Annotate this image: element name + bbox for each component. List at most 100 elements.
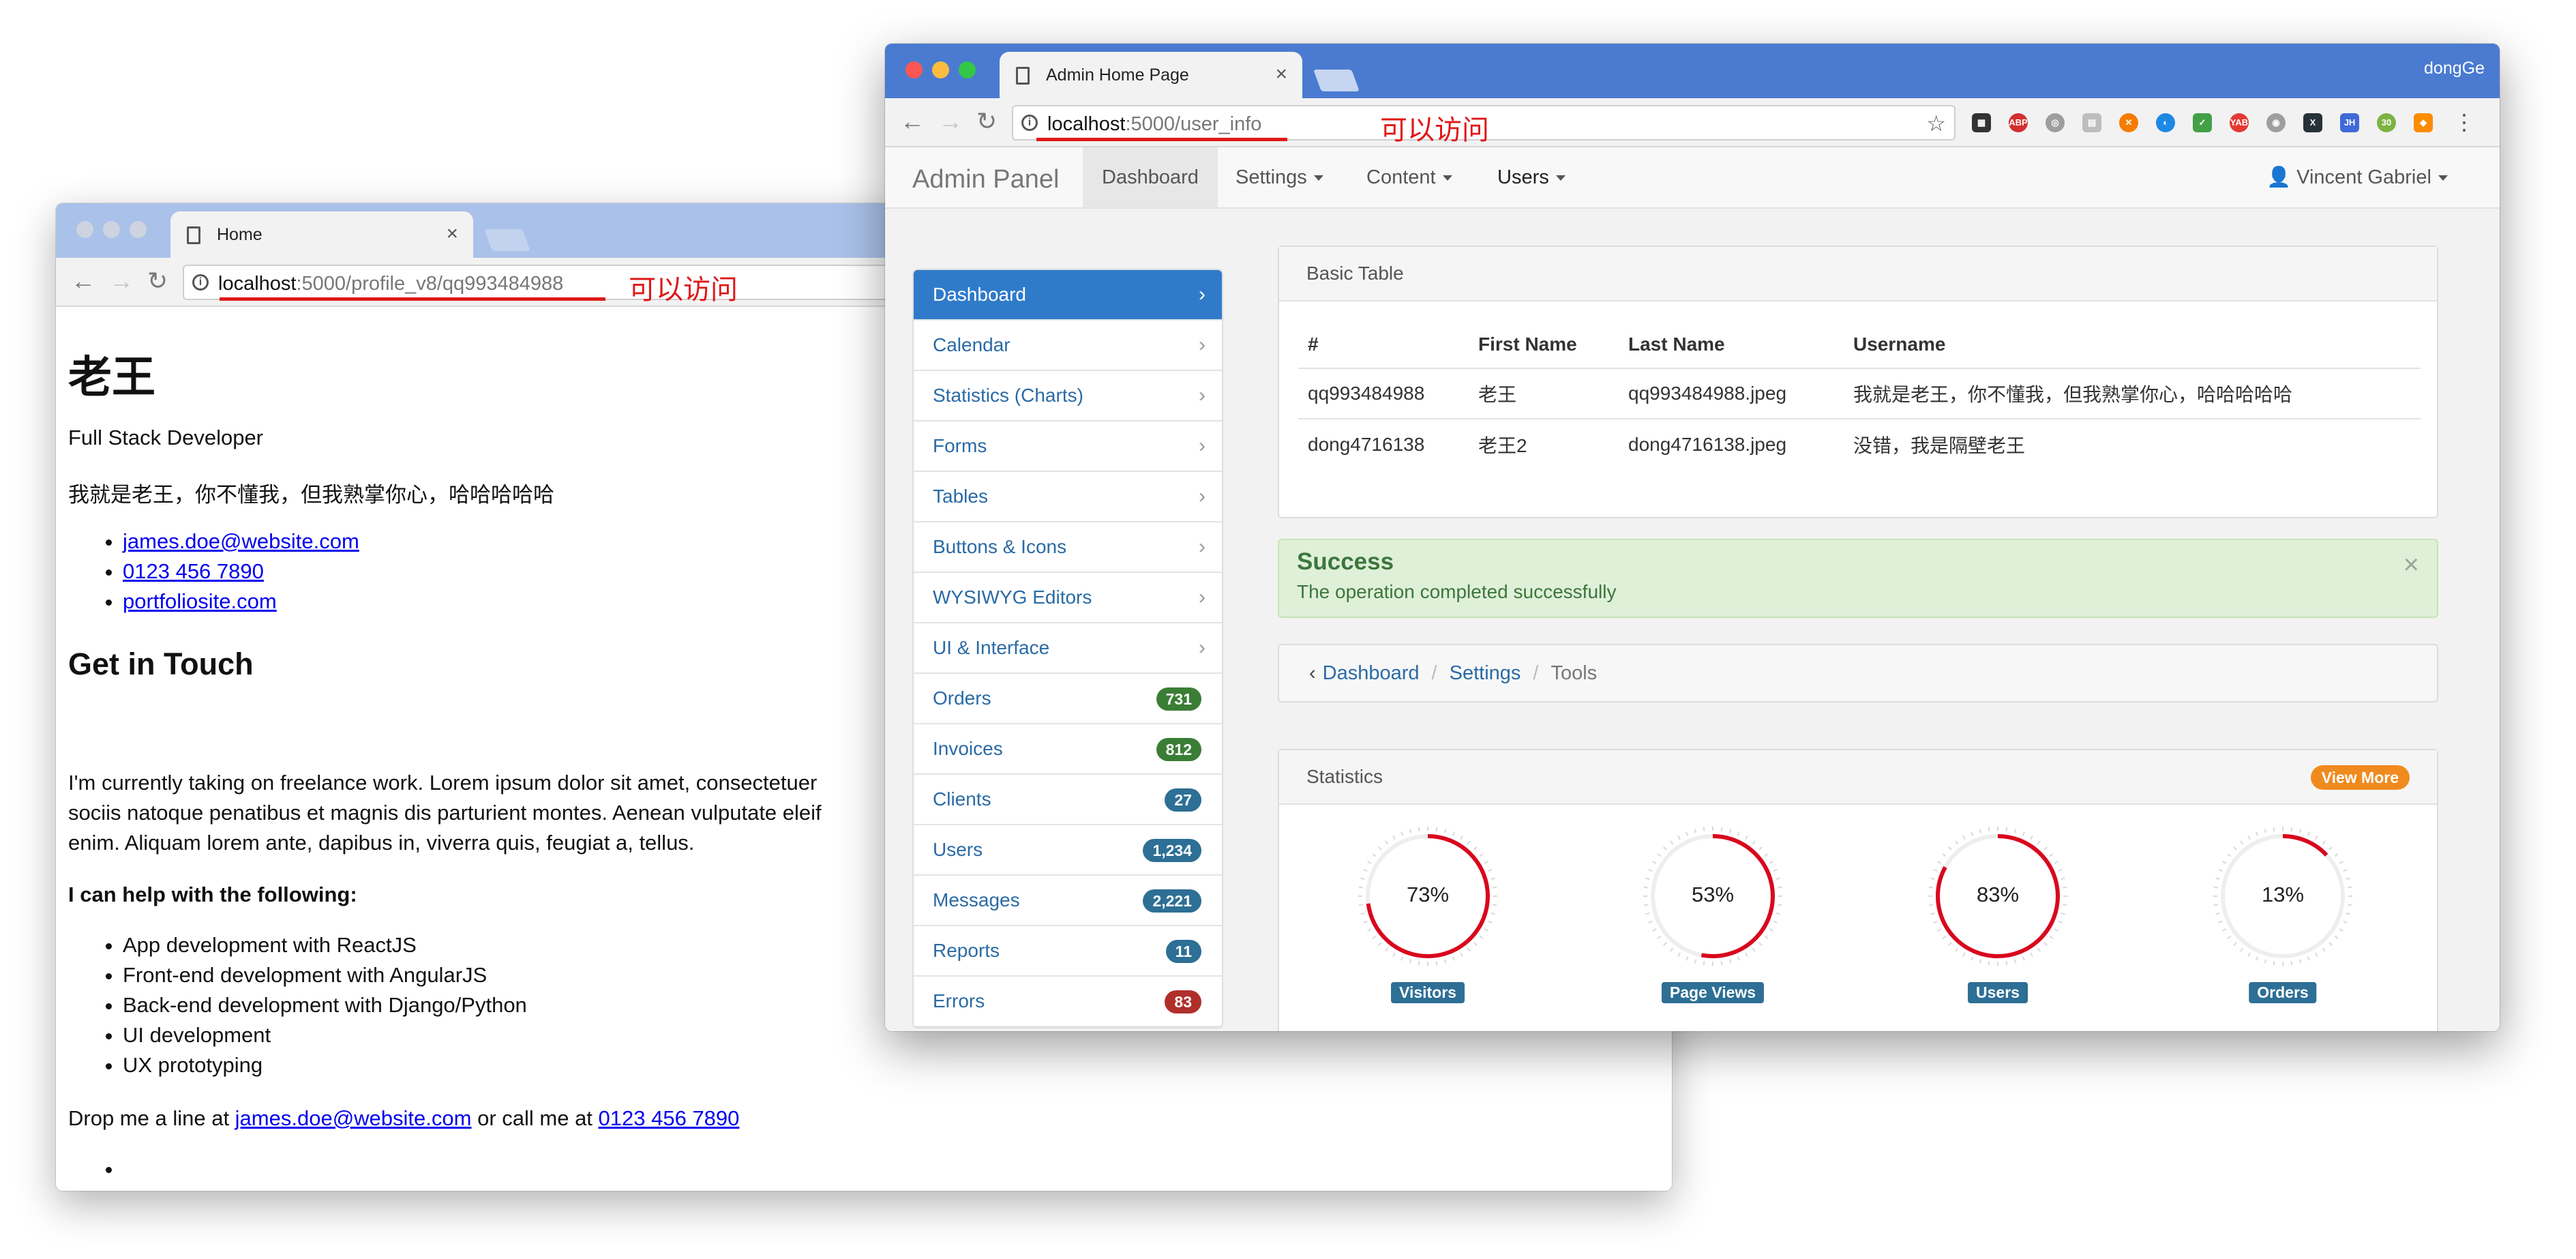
close-window-icon[interactable]: [76, 221, 93, 238]
minimize-window-icon[interactable]: [103, 221, 120, 238]
close-window-icon[interactable]: [905, 61, 923, 78]
chevron-right-icon: ›: [1199, 485, 1205, 507]
annotation-text: 可以访问: [1380, 115, 1489, 145]
annotation-underline: [220, 297, 605, 301]
table-row: qq993484988 老王 qq993484988.jpeg 我就是老王，你不懂我，…: [1298, 368, 2421, 419]
forward-icon[interactable]: →: [938, 108, 963, 135]
chevron-right-icon: ›: [1199, 384, 1205, 406]
phone-link[interactable]: 0123 456 7890: [599, 1106, 740, 1130]
tab-home[interactable]: Home ×: [170, 211, 473, 258]
new-tab-button[interactable]: [484, 229, 530, 251]
brand-logo[interactable]: Admin Panel: [912, 165, 1059, 194]
freelance-text: sociis natoque penatibus et magnis dis p…: [68, 801, 822, 825]
statistics-panel: Statistics View More 73% Visitors 53% Page V…: [1278, 749, 2438, 1031]
alert-message: The operation completed successfully: [1297, 581, 1617, 602]
nav-dashboard[interactable]: Dashboard: [1083, 147, 1218, 207]
sidebar-item-tables[interactable]: Tables ›: [914, 472, 1222, 522]
browser-profile-name[interactable]: dongGe: [2424, 59, 2485, 78]
nav-settings[interactable]: Settings: [1216, 147, 1343, 207]
close-tab-icon[interactable]: ×: [1275, 63, 1287, 86]
back-icon[interactable]: ←: [71, 267, 95, 295]
sidebar-item-statistics[interactable]: Statistics (Charts) ›: [914, 371, 1222, 421]
sidebar-item-ui-interface[interactable]: UI & Interface ›: [914, 623, 1222, 674]
close-tab-icon[interactable]: ×: [446, 222, 458, 246]
sidebar-item-messages[interactable]: Messages 2,221: [914, 876, 1222, 926]
email-link[interactable]: james.doe@website.com: [123, 529, 359, 553]
reload-icon[interactable]: ↻: [147, 267, 168, 295]
email-link[interactable]: james.doe@website.com: [235, 1106, 472, 1130]
view-more-button[interactable]: View More: [2310, 765, 2410, 790]
sidebar-item-reports[interactable]: Reports 11: [914, 926, 1222, 977]
sidebar-item-forms[interactable]: Forms ›: [914, 421, 1222, 472]
yab-extension-icon[interactable]: YAB: [2230, 113, 2249, 132]
grey-extension-icon[interactable]: ◉: [2266, 113, 2286, 132]
admin-navbar: Admin Panel Dashboard Settings Content U…: [885, 147, 2500, 209]
phone-link[interactable]: 0123 456 7890: [123, 559, 264, 583]
globe-extension-icon[interactable]: ◎: [2046, 113, 2065, 132]
section-heading: Get in Touch: [68, 647, 254, 681]
tab-admin-home[interactable]: Admin Home Page ×: [1000, 52, 1302, 98]
chevron-right-icon: ›: [1199, 434, 1205, 457]
info-icon[interactable]: i: [192, 274, 209, 291]
help-heading: I can help with the following:: [68, 883, 357, 906]
close-icon[interactable]: ×: [2403, 550, 2419, 580]
forward-icon[interactable]: →: [109, 267, 134, 295]
sidebar-item-dashboard[interactable]: Dashboard ›: [914, 270, 1222, 321]
column-header: Last Name: [1628, 333, 1725, 355]
x-extension-icon[interactable]: X: [2303, 113, 2322, 132]
orange-extension-icon[interactable]: ✕: [2119, 113, 2138, 132]
sidebar-item-users[interactable]: Users 1,234: [914, 825, 1222, 876]
bookmark-star-icon[interactable]: ☆: [1926, 110, 1946, 136]
info-icon[interactable]: i: [1021, 115, 1038, 131]
gauge-label: Page Views: [1661, 982, 1765, 1003]
breadcrumb-settings[interactable]: Settings: [1450, 662, 1521, 684]
blue-extension-icon[interactable]: ◐: [2156, 113, 2175, 132]
website-link[interactable]: portfoliosite.com: [123, 589, 277, 613]
maximize-window-icon[interactable]: [959, 61, 976, 78]
green-extension-icon[interactable]: 30: [2377, 113, 2396, 132]
qr-extension-icon[interactable]: ▦: [1972, 113, 1991, 132]
freelance-text: I'm currently taking on freelance work. …: [68, 771, 818, 795]
chevron-right-icon: ›: [1199, 334, 1205, 356]
success-alert: Success The operation completed successf…: [1278, 539, 2438, 618]
nav-content[interactable]: Content: [1347, 147, 1471, 207]
sidebar-item-buttons-icons[interactable]: Buttons & Icons ›: [914, 522, 1222, 573]
adblock-extension-icon[interactable]: ABP: [2009, 113, 2028, 132]
shield-extension-icon[interactable]: ✓: [2193, 113, 2212, 132]
list-item: UI development: [123, 1020, 527, 1050]
back-icon[interactable]: ←: [900, 108, 925, 135]
column-header: First Name: [1478, 333, 1577, 355]
caret-down-icon: [1442, 175, 1452, 181]
sidebar-item-calendar[interactable]: Calendar ›: [914, 321, 1222, 371]
sidebar-item-clients[interactable]: Clients 27: [914, 775, 1222, 825]
reload-icon[interactable]: ↻: [976, 108, 997, 135]
profile-title: Full Stack Developer: [68, 426, 264, 449]
user-icon: 👤: [2266, 166, 2297, 188]
caret-down-icon: [1313, 175, 1323, 181]
image-extension-icon[interactable]: ▤: [2082, 113, 2101, 132]
jh-extension-icon[interactable]: JH: [2340, 113, 2359, 132]
count-badge: 27: [1165, 788, 1201, 812]
sidebar-item-wysiwyg[interactable]: WYSIWYG Editors ›: [914, 573, 1222, 623]
fox-extension-icon[interactable]: ◆: [2414, 113, 2433, 132]
maximize-window-icon[interactable]: [130, 221, 147, 238]
list-item: Front-end development with AngularJS: [123, 960, 527, 990]
count-badge: 83: [1165, 990, 1201, 1013]
breadcrumb-dashboard[interactable]: Dashboard: [1323, 662, 1420, 684]
table-row: dong4716138 老王2 dong4716138.jpeg 没错，我是隔壁老王: [1298, 419, 2421, 469]
drop-line: Drop me a line at james.doe@website.com …: [68, 1106, 740, 1130]
sidebar-item-invoices[interactable]: Invoices 812: [914, 724, 1222, 775]
list-item: UX prototyping: [123, 1050, 527, 1080]
list-item: james.doe@website.com: [123, 527, 359, 557]
list-item: App development with ReactJS: [123, 930, 527, 960]
new-tab-button[interactable]: [1313, 70, 1360, 91]
sidebar-item-orders[interactable]: Orders 731: [914, 674, 1222, 724]
breadcrumb-current: Tools: [1551, 662, 1598, 684]
nav-user-menu[interactable]: 👤 Vincent Gabriel: [2247, 147, 2467, 207]
minimize-window-icon[interactable]: [932, 61, 949, 78]
caret-down-icon: [1555, 175, 1566, 181]
menu-dots-icon[interactable]: ⋮: [2453, 109, 2475, 135]
nav-users[interactable]: Users: [1478, 147, 1585, 207]
sidebar-menu: Dashboard › Calendar › Statistics (Charts)…: [912, 269, 1223, 1028]
sidebar-item-errors[interactable]: Errors 83: [914, 977, 1222, 1027]
